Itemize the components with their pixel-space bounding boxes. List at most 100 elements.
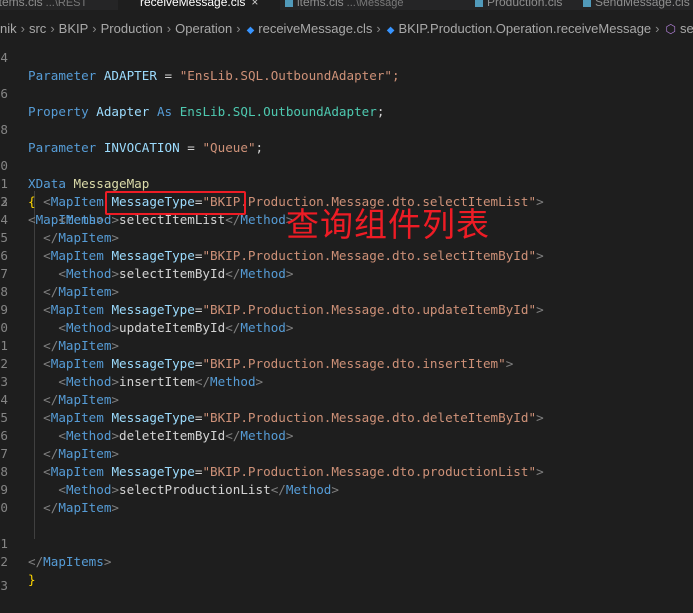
xml-tag: Method — [65, 320, 112, 335]
code-line: 5 <MapItem MessageType="BKIP.Production.… — [0, 410, 544, 425]
line-number: 3 — [0, 194, 8, 209]
tab-description: ...\REST — [45, 0, 88, 9]
code-line: 6 Property Adapter As EnsLib.SQL.Outboun… — [0, 67, 693, 119]
xml-tag: Method — [65, 374, 112, 389]
annotation-label: 查询组件列表 — [286, 205, 490, 244]
line-number: 6 — [0, 86, 8, 101]
code-line: 4 Parameter ADAPTER = "EnsLib.SQL.Outbou… — [0, 31, 693, 83]
xml-tag: Method — [240, 428, 286, 443]
xml-tag: MapItem — [50, 464, 104, 479]
string-literal: "BKIP.Production.Message.dto.insertItem" — [202, 356, 506, 371]
string-literal: "BKIP.Production.Message.dto.productionL… — [202, 464, 537, 479]
code-line: 4 </MapItem> — [0, 392, 120, 407]
code-line: 2 <MapItem MessageType="BKIP.Production.… — [0, 356, 514, 371]
line-number: 6 — [0, 248, 8, 263]
xml-tag: Method — [240, 320, 286, 335]
tab-bar: items.cls ...\REST receiveMessage.cls × it… — [0, 0, 693, 10]
tab-label: items.cls — [0, 0, 43, 9]
line-number: 2 — [0, 356, 8, 371]
line-number: 1 — [0, 338, 8, 353]
line-number: 8 — [0, 122, 8, 137]
string-literal: "BKIP.Production.Message.dto.updateItemB… — [202, 302, 537, 317]
xml-tag: MapItem — [50, 356, 104, 371]
code-line: 0 <Method>updateItemById</Method> — [0, 320, 294, 335]
line-number: 7 — [0, 446, 8, 461]
line-number: 4 — [0, 212, 8, 227]
code-line: 0 </MapItem> — [0, 500, 120, 515]
tab-label: items.cls — [297, 0, 344, 9]
xml-tag: MapItem — [58, 392, 112, 407]
xml-tag: Method — [240, 212, 286, 227]
xml-tag: Method — [65, 482, 112, 497]
tab-receive-message[interactable]: receiveMessage.cls × — [118, 0, 280, 10]
xml-tag: MapItem — [58, 338, 112, 353]
code-line: 1 </MapItem> — [0, 338, 120, 353]
method-name: selectProductionList — [119, 482, 271, 497]
code-line: 3 — [0, 559, 693, 593]
line-number: 9 — [0, 302, 8, 317]
xml-attribute: MessageType — [111, 464, 195, 479]
line-number: 5 — [0, 410, 8, 425]
tab-label: receiveMessage.cls — [140, 0, 246, 9]
xml-tag: Method — [65, 266, 112, 281]
line-number: 4 — [0, 50, 8, 65]
code-line: 8 Parameter INVOCATION = "Queue"; — [0, 103, 693, 155]
code-line: 1 { — [0, 157, 693, 209]
xml-tag: MapItem — [50, 302, 104, 317]
code-line: 9 <Method>selectProductionList</Method> — [0, 482, 339, 497]
xml-tag: Method — [285, 482, 332, 497]
highlight-box — [105, 191, 246, 215]
line-number: 7 — [0, 266, 8, 281]
method-name: selectItemById — [119, 266, 226, 281]
xml-tag: MapItem — [58, 446, 112, 461]
file-icon — [475, 0, 483, 7]
line-number: 8 — [0, 464, 8, 479]
xml-attribute: MessageType — [111, 410, 195, 425]
line-number: 9 — [0, 482, 8, 497]
string-literal: "BKIP.Production.Message.dto.selectItemB… — [202, 248, 537, 263]
xml-tag: MapItem — [50, 410, 104, 425]
xml-tag: Method — [210, 374, 256, 389]
code-line: 7 <Method>selectItemById</Method> — [0, 266, 294, 281]
code-line: 6 <Method>deleteItemById</Method> — [0, 428, 294, 443]
code-editor[interactable]: 4 Parameter ADAPTER = "EnsLib.SQL.Outbou… — [0, 31, 693, 593]
xml-tag: Method — [65, 428, 112, 443]
code-line: 7 </MapItem> — [0, 446, 120, 461]
method-name: deleteItemById — [119, 428, 226, 443]
code-line: 8 <MapItem MessageType="BKIP.Production.… — [0, 464, 544, 479]
code-line: 2 } — [0, 535, 693, 587]
line-number: 0 — [0, 500, 8, 515]
xml-tag: MapItem — [58, 500, 112, 515]
xml-tag: MapItem — [58, 284, 112, 299]
code-line: 3 <Method>insertItem</Method> — [0, 374, 264, 389]
xml-attribute: MessageType — [111, 248, 195, 263]
xml-attribute: MessageType — [111, 302, 195, 317]
tab-description: ...\Message — [346, 0, 404, 9]
tab-items-rest[interactable]: items.cls ...\REST — [0, 0, 87, 10]
code-line: 8 </MapItem> — [0, 284, 120, 299]
tab-production[interactable]: Production.cls — [475, 0, 562, 10]
tab-send-message[interactable]: SendMessage.cls — [583, 0, 690, 10]
file-icon — [583, 0, 591, 7]
code-line: 9 <MapItem MessageType="BKIP.Production.… — [0, 302, 544, 317]
line-number: 5 — [0, 230, 8, 245]
xml-tag: MapItem — [58, 230, 112, 245]
close-icon[interactable]: × — [251, 0, 258, 9]
xml-tag: MapItem — [50, 194, 104, 209]
code-line: 1 </MapItems> — [0, 536, 112, 569]
code-line: 0 XData MessageMap — [0, 139, 693, 191]
xml-tag: MapItem — [50, 248, 104, 263]
line-number: 3 — [0, 578, 8, 593]
line-number: 3 — [0, 374, 8, 389]
tab-items-message[interactable]: items.cls ...\Message — [285, 0, 404, 10]
method-name: insertItem — [119, 374, 195, 389]
tab-label: Production.cls — [487, 0, 563, 9]
line-number: 8 — [0, 284, 8, 299]
method-name: updateItemById — [119, 320, 226, 335]
line-number: 6 — [0, 428, 8, 443]
string-literal: "BKIP.Production.Message.dto.deleteItemB… — [202, 410, 537, 425]
line-number: 4 — [0, 392, 8, 407]
xml-tag: Method — [240, 266, 286, 281]
file-icon — [285, 0, 293, 7]
xml-attribute: MessageType — [111, 356, 195, 371]
